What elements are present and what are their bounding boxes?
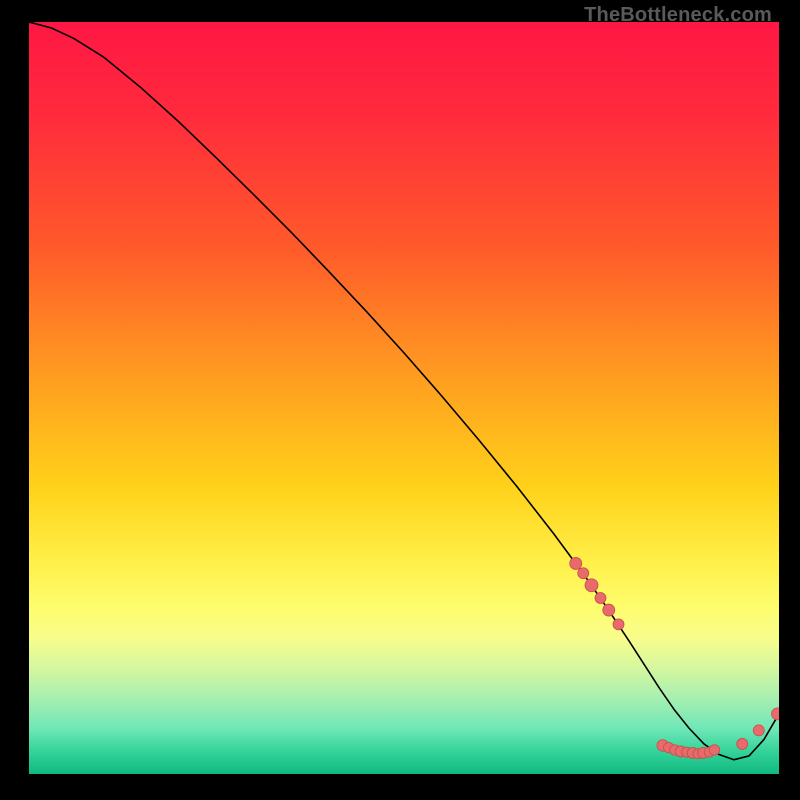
- data-marker: [753, 725, 764, 736]
- data-markers: [570, 557, 779, 758]
- data-marker: [737, 738, 748, 749]
- plot-area: [29, 22, 779, 774]
- data-marker: [772, 708, 780, 720]
- watermark-text: TheBottleneck.com: [584, 4, 772, 27]
- data-marker: [585, 579, 598, 592]
- data-marker: [613, 619, 624, 630]
- data-marker: [603, 604, 615, 616]
- data-curve: [29, 22, 779, 760]
- data-marker: [595, 593, 606, 604]
- data-marker: [578, 568, 589, 579]
- data-marker: [709, 745, 719, 755]
- chart-stage: TheBottleneck.com: [0, 0, 800, 800]
- data-marker: [570, 557, 582, 569]
- chart-svg: [29, 22, 779, 774]
